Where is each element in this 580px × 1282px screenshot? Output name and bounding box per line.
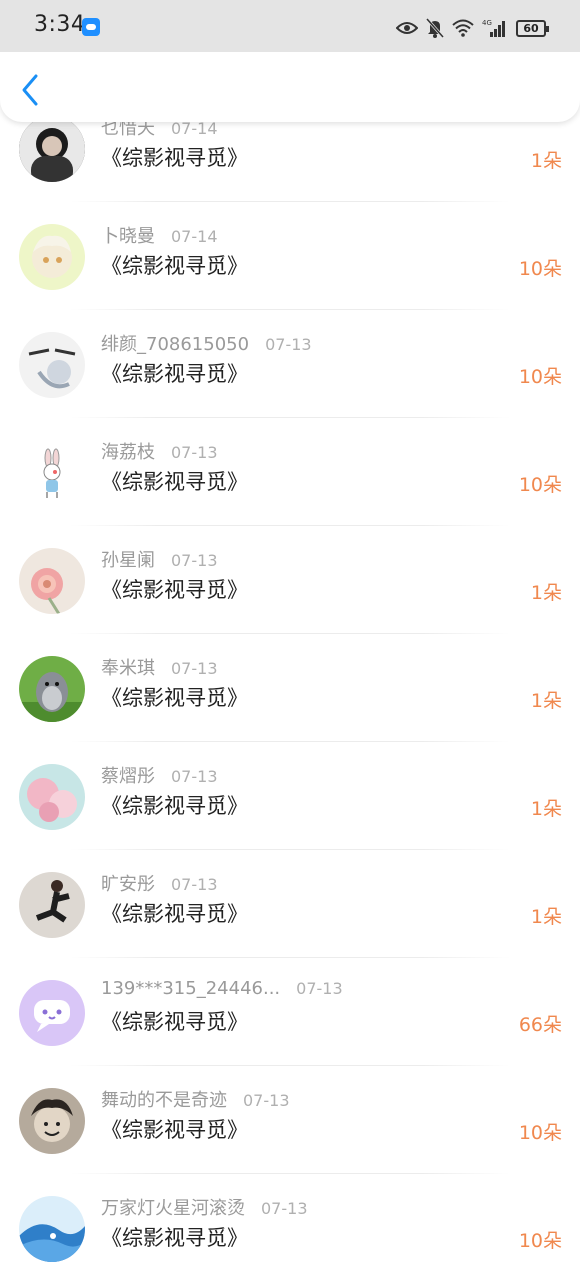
user-avatar[interactable] <box>19 116 85 182</box>
sender-name-line: 万家灯火星河滚烫 07-13 <box>101 1198 308 1219</box>
gift-amount: 10朵 <box>518 1230 562 1252</box>
sender-name-line: 海荔枝 07-13 <box>101 442 218 463</box>
clock: 3:34 <box>34 12 86 37</box>
user-avatar[interactable] <box>19 1196 85 1262</box>
mute-bell-icon <box>426 18 444 38</box>
nav-bar <box>0 52 580 122</box>
sender-name-line: 139***315_24446... 07-13 <box>101 978 343 999</box>
user-avatar[interactable] <box>19 332 85 398</box>
sender-name-line: 奉米琪 07-13 <box>101 658 218 679</box>
work-title: 《综影视寻觅》 <box>101 1226 248 1250</box>
user-avatar[interactable] <box>19 980 85 1046</box>
user-avatar[interactable] <box>19 440 85 506</box>
work-title: 《综影视寻觅》 <box>101 578 248 602</box>
chevron-left-icon <box>22 74 38 106</box>
gift-amount: 10朵 <box>518 474 562 496</box>
list-item[interactable]: 卜晓曼 07-14 《综影视寻觅》 10朵 <box>0 202 580 310</box>
list-item[interactable]: 旷安彤 07-13 《综影视寻觅》 1朵 <box>0 850 580 958</box>
user-avatar[interactable] <box>19 764 85 830</box>
user-avatar[interactable] <box>19 224 85 290</box>
sender-name-line: 旷安彤 07-13 <box>101 874 218 895</box>
list-item[interactable]: 万家灯火星河滚烫 07-13 《综影视寻觅》 10朵 <box>0 1174 580 1282</box>
status-icons: 4G 60 <box>396 16 549 40</box>
gift-amount: 1朵 <box>530 690 562 712</box>
list-item[interactable]: 舞动的不是奇迹 07-13 《综影视寻觅》 10朵 <box>0 1066 580 1174</box>
work-title: 《综影视寻觅》 <box>101 362 248 386</box>
list-item[interactable]: 奉米琪 07-13 《综影视寻觅》 1朵 <box>0 634 580 742</box>
list-item[interactable]: 绯颜_708615050 07-13 《综影视寻觅》 10朵 <box>0 310 580 418</box>
gift-amount: 1朵 <box>530 906 562 928</box>
gift-amount: 10朵 <box>518 258 562 280</box>
list-item[interactable]: 蔡熠彤 07-13 《综影视寻觅》 1朵 <box>0 742 580 850</box>
user-avatar[interactable] <box>19 548 85 614</box>
battery-icon: 60 <box>516 19 549 37</box>
gift-list[interactable]: 乜惜天 07-14 《综影视寻觅》 1朵 卜晓曼 07-14 《综影视寻觅》 10朵… <box>0 0 580 1280</box>
eye-icon <box>396 22 418 34</box>
wifi-icon <box>452 19 474 37</box>
gift-amount: 1朵 <box>530 582 562 604</box>
work-title: 《综影视寻觅》 <box>101 902 248 926</box>
sender-name-line: 绯颜_708615050 07-13 <box>101 334 312 355</box>
cellular-signal-icon: 4G <box>482 19 505 37</box>
work-title: 《综影视寻觅》 <box>101 254 248 278</box>
sender-name-line: 卜晓曼 07-14 <box>101 226 218 247</box>
gift-amount: 1朵 <box>530 150 562 172</box>
list-item[interactable]: 139***315_24446... 07-13 《综影视寻觅》 66朵 <box>0 958 580 1066</box>
gift-amount: 1朵 <box>530 798 562 820</box>
work-title: 《综影视寻觅》 <box>101 470 248 494</box>
back-button[interactable] <box>16 72 46 108</box>
sender-name-line: 蔡熠彤 07-13 <box>101 766 218 787</box>
gift-amount: 66朵 <box>518 1014 562 1036</box>
work-title: 《综影视寻觅》 <box>101 1118 248 1142</box>
list-item[interactable]: 海荔枝 07-13 《综影视寻觅》 10朵 <box>0 418 580 526</box>
work-title: 《综影视寻觅》 <box>101 686 248 710</box>
gift-amount: 10朵 <box>518 1122 562 1144</box>
user-avatar[interactable] <box>19 656 85 722</box>
svg-text:4G: 4G <box>482 19 492 27</box>
list-item[interactable]: 孙星阑 07-13 《综影视寻觅》 1朵 <box>0 526 580 634</box>
work-title: 《综影视寻觅》 <box>101 794 248 818</box>
status-bar: 3:34 4G 60 <box>0 0 580 52</box>
sender-name-line: 舞动的不是奇迹 07-13 <box>101 1090 290 1111</box>
gift-amount: 10朵 <box>518 366 562 388</box>
work-title: 《综影视寻觅》 <box>101 1010 248 1034</box>
app-notification-icon <box>82 18 100 36</box>
work-title: 《综影视寻觅》 <box>101 146 248 170</box>
sender-name-line: 孙星阑 07-13 <box>101 550 218 571</box>
user-avatar[interactable] <box>19 1088 85 1154</box>
user-avatar[interactable] <box>19 872 85 938</box>
